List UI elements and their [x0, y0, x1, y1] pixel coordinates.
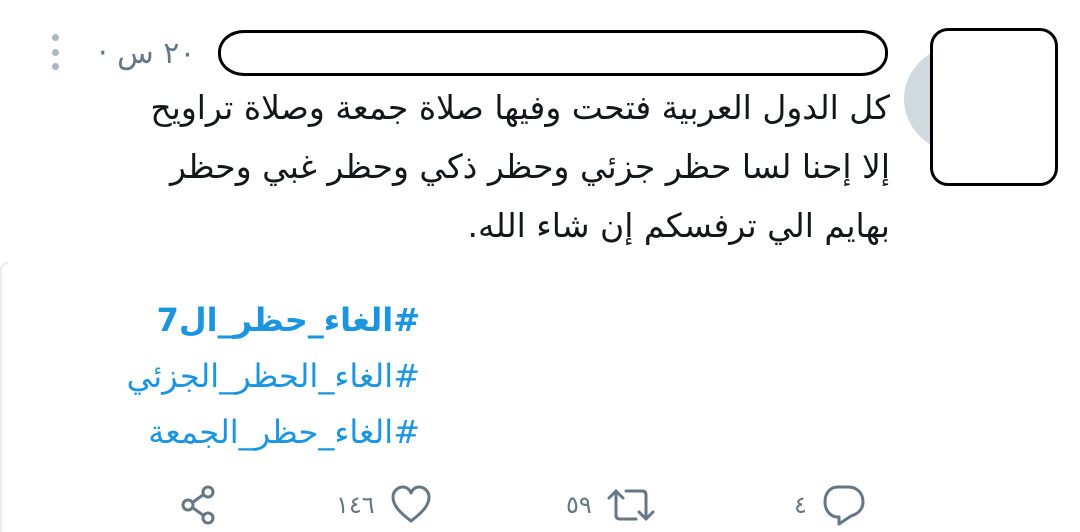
redacted-username	[218, 30, 888, 76]
share-button[interactable]	[178, 478, 222, 532]
tweet-timestamp[interactable]: ٢٠ س ·	[98, 34, 222, 74]
tweet-text-line: إلا إحنا لسا حظر جزئي وحظر ذكي وحظر غبي …	[170, 147, 890, 186]
hashtag-list: #الغاء_حظر_ال7 #الغاء_الحظر_الجزئي #الغا…	[20, 292, 420, 460]
reply-count: ٤	[794, 491, 807, 519]
like-count: ١٤٦	[336, 491, 375, 519]
more-vertical-icon[interactable]	[48, 34, 62, 70]
retweet-button[interactable]: ٥٩	[566, 478, 656, 532]
retweet-icon	[607, 489, 655, 521]
avatar[interactable]	[930, 28, 1058, 186]
tweet-actions: ١٤٦ ٥٩ ٤	[0, 478, 1080, 532]
retweet-count: ٥٩	[566, 491, 592, 519]
tweet-text-line: بهايم الي ترفسكم إن شاء الله.	[467, 206, 890, 245]
hashtag-link[interactable]: #الغاء_حظر_ال7	[157, 292, 420, 348]
tweet-text-line: كل الدول العربية فتحت وفيها صلاة جمعة وص…	[150, 88, 890, 127]
heart-icon	[391, 485, 431, 523]
like-button[interactable]: ١٤٦	[336, 478, 433, 532]
hashtag-link[interactable]: #الغاء_الحظر_الجزئي	[127, 348, 420, 404]
hashtag-link[interactable]: #الغاء_حظر_الجمعة	[148, 404, 420, 460]
reply-icon	[823, 485, 865, 526]
tweet-text: كل الدول العربية فتحت وفيها صلاة جمعة وص…	[20, 78, 890, 255]
reply-button[interactable]: ٤	[794, 478, 867, 532]
share-icon	[181, 485, 215, 525]
